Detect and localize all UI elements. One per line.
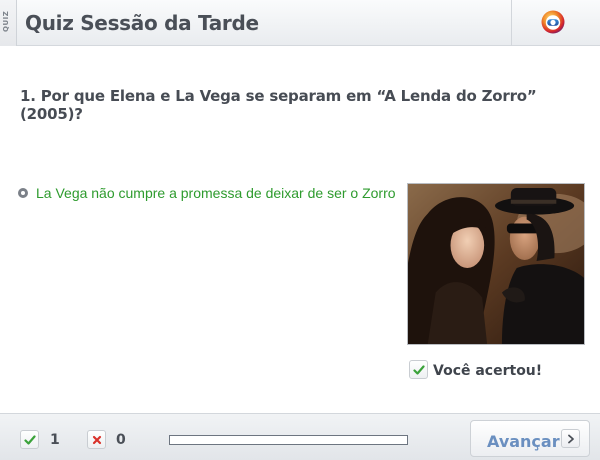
check-icon (413, 365, 425, 375)
chevron-right-icon (568, 434, 574, 444)
correct-count: 1 (50, 432, 60, 448)
answer-radio[interactable] (18, 188, 28, 198)
next-button-label: Avançar (487, 432, 560, 451)
check-icon (24, 435, 36, 445)
wrong-score-icon (87, 430, 106, 449)
quiz-side-tab-label: QUIZ (2, 10, 10, 32)
result-check-icon (409, 360, 428, 379)
next-arrow-box (561, 429, 580, 448)
x-icon (92, 435, 102, 445)
app-title: Quiz Sessão da Tarde (25, 11, 259, 35)
next-button[interactable]: Avançar (470, 420, 590, 457)
wrong-count: 0 (116, 432, 126, 448)
answer-option-text[interactable]: La Vega não cumpre a promessa de deixar … (36, 185, 396, 201)
header-divider (511, 0, 512, 46)
correct-score-icon (20, 430, 39, 449)
app-header: QUIZ Quiz Sessão da Tarde (0, 0, 600, 46)
result-message: Você acertou! (433, 363, 543, 379)
quiz-side-tab: QUIZ (0, 0, 17, 46)
question-text: 1. Por que Elena e La Vega se separam em… (20, 87, 537, 123)
globo-logo-icon (541, 10, 565, 34)
quiz-progress-bar (169, 435, 408, 445)
movie-still-image (407, 183, 585, 345)
